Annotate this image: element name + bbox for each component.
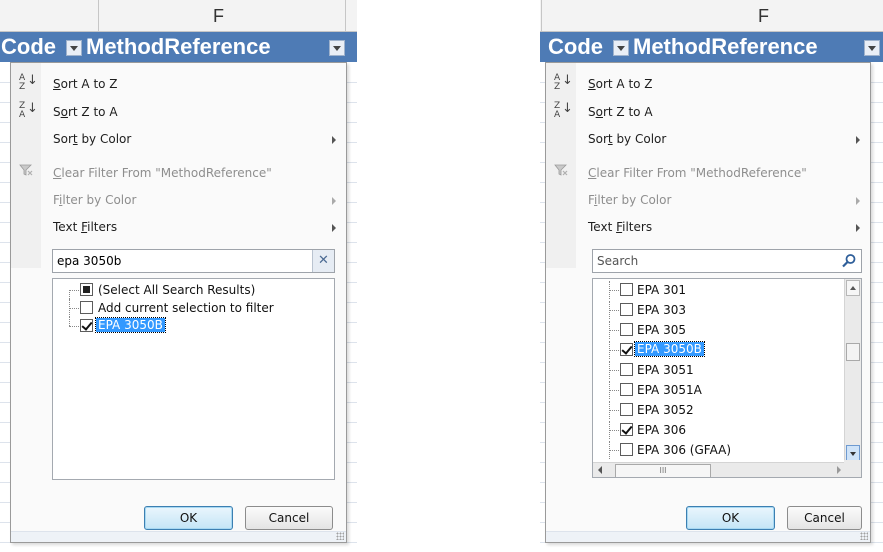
close-icon: ✕ [318,253,329,268]
menu-item-sort-by-color[interactable]: Sort by Color [11,126,346,152]
scroll-right-button[interactable] [837,466,841,474]
column-header-row: F [0,0,357,32]
cancel-button[interactable]: Cancel [245,506,333,530]
search-box: ✕ [52,249,335,273]
submenu-arrow-icon [332,197,336,205]
search-input[interactable] [593,250,861,272]
column-divider [541,0,542,31]
filter-menu: A Z ↓ Sort A to Z Z A ↓ Sort Z to A Sort by … [10,62,347,543]
code-filter-dropdown-button[interactable] [66,40,82,56]
menu-item-sort-a-to-z[interactable]: A Z ↓ Sort A to Z [11,71,346,97]
right-filter-panel: F Code MethodReference A Z ↓ Sort A to Z Z… [540,0,883,552]
list-item[interactable]: EPA 306 (GFAA) [593,441,861,459]
list-item[interactable]: (Select All Search Results) [53,281,334,299]
checkbox[interactable] [620,323,633,336]
menu-item-text-filters[interactable]: Text Filters [11,214,346,240]
vertical-scrollbar[interactable] [844,279,861,462]
menu-item-clear-filter[interactable]: Clear Filter From "MethodReference" [546,160,870,186]
header-code: Code [1,34,56,59]
scroll-up-button[interactable] [846,280,860,296]
sort-descending-icon: Z A ↓ [554,101,573,120]
scroll-left-button[interactable] [598,466,602,474]
header-method-reference: MethodReference [86,34,271,59]
horizontal-scrollbar[interactable]: III [593,462,846,477]
submenu-arrow-icon [332,136,336,144]
filter-menu: A Z ↓ Sort A to Z Z A ↓ Sort Z to A Sort by … [545,62,871,543]
submenu-arrow-icon [332,224,336,232]
checkbox[interactable] [620,443,633,456]
checkbox[interactable] [620,423,633,436]
column-letter[interactable]: F [213,6,224,27]
horizontal-scroll-thumb[interactable]: III [615,464,711,477]
sort-ascending-icon: A Z ↓ [19,73,38,92]
resize-grip-icon[interactable] [860,532,868,540]
clear-filter-icon [554,163,570,183]
table-header-row: Code MethodReference [0,32,357,62]
cancel-button[interactable]: Cancel [787,506,862,530]
filter-values-list: (Select All Search Results) Add current … [52,278,335,480]
sort-descending-icon: Z A ↓ [19,101,38,120]
menu-item-sort-a-to-z[interactable]: A Z ↓ Sort A to Z [546,71,870,97]
method-reference-filter-dropdown-button[interactable] [864,40,880,56]
list-item[interactable]: EPA 301 [593,281,861,299]
checkbox[interactable] [620,283,633,296]
column-header-row: F [540,0,883,32]
column-divider [98,0,99,31]
menu-item-filter-by-color[interactable]: Filter by Color [546,187,870,213]
list-item[interactable]: EPA 3051 [593,361,861,379]
list-item[interactable]: EPA 3050B [593,341,861,359]
list-item[interactable]: EPA 306 [593,421,861,439]
ok-button[interactable]: OK [686,506,775,530]
menu-item-sort-by-color[interactable]: Sort by Color [546,126,870,152]
list-item[interactable]: EPA 303 [593,301,861,319]
checkbox[interactable] [620,303,633,316]
checkbox[interactable] [620,383,633,396]
checkbox[interactable] [620,403,633,416]
list-item[interactable]: Add current selection to filter [53,299,334,317]
menu-item-filter-by-color[interactable]: Filter by Color [11,187,346,213]
search-input[interactable] [53,250,334,272]
checkbox[interactable] [620,343,633,356]
menu-item-text-filters[interactable]: Text Filters [546,214,870,240]
ok-button[interactable]: OK [144,506,233,530]
method-reference-filter-dropdown-button[interactable] [329,40,345,56]
header-code: Code [548,34,603,59]
checkbox-select-all[interactable] [80,283,93,296]
left-filter-panel: F Code MethodReference A Z ↓ Sort A to Z Z… [0,0,357,552]
list-item[interactable]: EPA 3052 [593,401,861,419]
menu-resize-bar [546,531,870,542]
resize-grip-icon[interactable] [336,532,344,540]
scroll-thumb[interactable] [846,343,860,361]
list-item[interactable]: EPA 3050B [53,317,334,335]
magnifier-icon[interactable] [841,253,857,269]
submenu-arrow-icon [856,197,860,205]
list-item[interactable]: EPA 3051A [593,381,861,399]
checkbox-epa-3050b[interactable] [80,319,93,332]
filter-values-list: EPA 301 EPA 303 EPA 305 EPA 3050B EPA 30 [592,278,862,478]
menu-resize-bar [11,531,346,542]
search-box [592,249,862,273]
code-filter-dropdown-button[interactable] [613,40,629,56]
column-letter[interactable]: F [758,6,769,27]
column-divider [345,0,346,31]
menu-item-sort-z-to-a[interactable]: Z A ↓ Sort Z to A [546,99,870,125]
clear-search-button[interactable]: ✕ [312,250,334,272]
sort-ascending-icon: A Z ↓ [554,73,573,92]
menu-item-sort-z-to-a[interactable]: Z A ↓ Sort Z to A [11,99,346,125]
scrollbar-corner [844,460,861,477]
submenu-arrow-icon [856,224,860,232]
menu-item-clear-filter[interactable]: Clear Filter From "MethodReference" [11,160,346,186]
submenu-arrow-icon [856,136,860,144]
scroll-down-button[interactable] [846,445,860,461]
clear-filter-icon [19,163,35,183]
checkbox-add-current-selection[interactable] [80,301,93,314]
list-item[interactable]: EPA 305 [593,321,861,339]
table-header-row: Code MethodReference [540,32,883,62]
header-method-reference: MethodReference [633,34,818,59]
checkbox[interactable] [620,363,633,376]
